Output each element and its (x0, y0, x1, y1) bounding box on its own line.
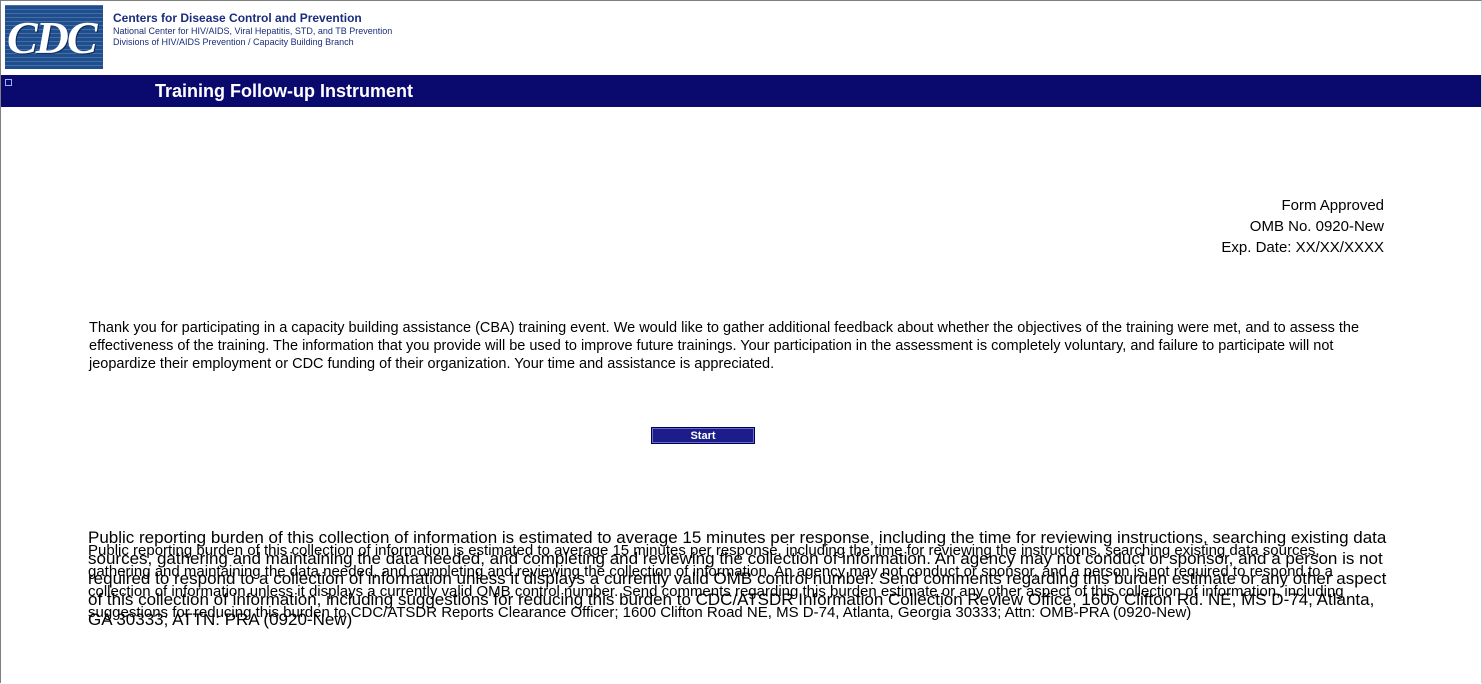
square-icon (5, 79, 12, 86)
org-center: National Center for HIV/AIDS, Viral Hepa… (113, 26, 393, 36)
page-title: Training Follow-up Instrument (155, 81, 413, 101)
page-frame: CDC Centers for Disease Control and Prev… (0, 0, 1482, 683)
intro-paragraph: Thank you for participating in a capacit… (89, 320, 1360, 372)
title-banner: Training Follow-up Instrument (1, 75, 1481, 107)
organization-block: Centers for Disease Control and Preventi… (113, 11, 392, 47)
org-division: Divisions of HIV/AIDS Prevention / Capac… (113, 37, 354, 47)
form-approval-block: Form Approved OMB No. 0920-New Exp. Date… (1221, 195, 1384, 258)
org-title: Centers for Disease Control and Preventi… (113, 11, 362, 25)
expiration-date: Exp. Date: XX/XX/XXXX (1221, 239, 1384, 256)
page-header: CDC Centers for Disease Control and Prev… (5, 5, 1475, 69)
omb-number: OMB No. 0920-New (1249, 218, 1384, 235)
cdc-logo: CDC (5, 5, 103, 69)
start-button[interactable]: Start (651, 427, 755, 444)
cdc-logo-text: CDC (7, 12, 98, 63)
form-approved-label: Form Approved (1281, 197, 1384, 214)
burden-statement-secondary: Public reporting burden of this collecti… (88, 542, 1344, 621)
